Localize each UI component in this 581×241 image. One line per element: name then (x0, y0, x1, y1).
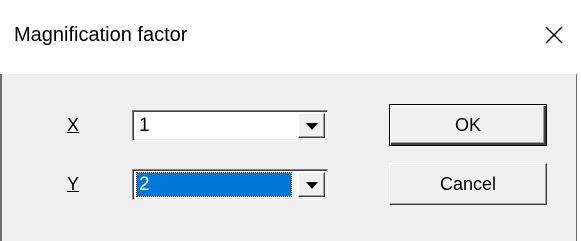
x-value: 1 (139, 115, 150, 136)
magnification-dialog: Magnification factor X 1 Y 2 OK Cancel (0, 0, 581, 241)
dialog-body: X 1 Y 2 OK Cancel (2, 74, 576, 241)
chevron-down-icon (306, 123, 318, 130)
x-dropdown-button[interactable] (298, 113, 325, 138)
dialog-title: Magnification factor (14, 24, 188, 46)
close-button[interactable] (535, 16, 573, 54)
chevron-down-icon (306, 182, 318, 189)
ok-button[interactable]: OK (389, 104, 547, 146)
cancel-button[interactable]: Cancel (389, 163, 547, 205)
x-combobox[interactable]: 1 (132, 110, 328, 141)
x-label: X (67, 115, 79, 136)
y-dropdown-button[interactable] (298, 172, 325, 197)
x-label-text: X (67, 115, 80, 135)
title-bar: Magnification factor (0, 0, 581, 74)
y-value: 2 (136, 172, 292, 197)
y-combobox[interactable]: 2 (132, 169, 328, 200)
y-label: Y (67, 174, 79, 195)
close-icon (545, 26, 563, 44)
y-label-text: Y (67, 174, 80, 194)
